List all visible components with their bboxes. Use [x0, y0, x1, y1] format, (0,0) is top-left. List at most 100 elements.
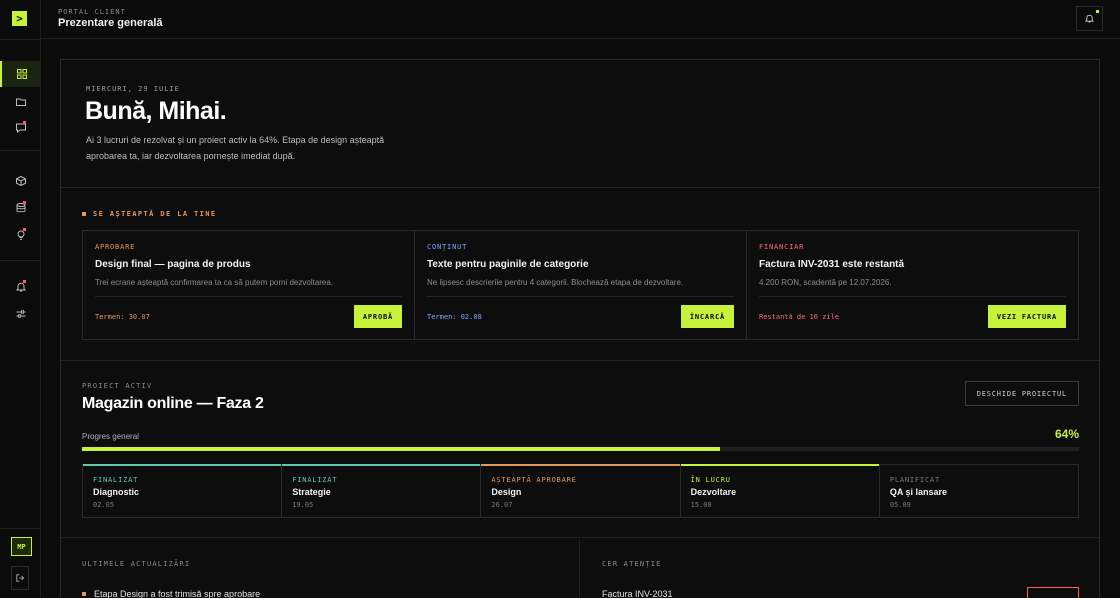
phase-item[interactable]: PLANIFICAT QA și lansare 05.09: [880, 465, 1078, 517]
section-label: SE AȘTEAPTĂ DE LA TINE: [82, 210, 217, 218]
notification-dot: [23, 228, 26, 231]
card-description: Ne lipsesc descrierile pentru 4 categori…: [427, 278, 684, 287]
phase-date: 26.07: [491, 501, 513, 509]
activity-section: ULTIMELE ACTUALIZĂRI Etapa Design a fost…: [61, 539, 1099, 598]
progress-bar: [82, 447, 1079, 451]
notifications-button[interactable]: [1076, 6, 1103, 31]
phase-date: 02.05: [93, 501, 115, 509]
approve-button[interactable]: APROBĂ: [353, 305, 402, 328]
card-title: Design final — pagina de produs: [95, 259, 251, 270]
card-tag: CONȚINUT: [427, 243, 468, 251]
sidebar-divider: [0, 528, 41, 529]
phase-status: ÎN LUCRU: [690, 476, 731, 484]
pending-tasks-section: SE AȘTEAPTĂ DE LA TINE APROBARE Design f…: [61, 189, 1099, 361]
top-header: PORTAL CLIENT Prezentare generală: [41, 0, 1120, 39]
project-title: Magazin online — Faza 2: [82, 395, 264, 412]
update-text: Etapa Design a fost trimisă spre aprobar…: [94, 589, 261, 598]
progress-fill: [82, 447, 721, 451]
attention-item[interactable]: Factura INV-2031: [602, 589, 673, 598]
notification-dot: [23, 280, 26, 283]
phase-item[interactable]: ÎN LUCRU Dezvoltare 15.08: [680, 464, 880, 517]
sidebar-item-settings[interactable]: [0, 301, 41, 327]
progress-value: 64%: [1054, 427, 1079, 441]
sidebar-item-projects[interactable]: [0, 89, 41, 115]
phase-date: 05.09: [889, 501, 911, 509]
sidebar-item-notifications[interactable]: [0, 274, 41, 300]
recent-updates: ULTIMELE ACTUALIZĂRI Etapa Design a fost…: [61, 539, 580, 598]
phase-item[interactable]: FINALIZAT Strategie 19.05: [282, 464, 482, 517]
phase-date: 19.05: [292, 501, 314, 509]
task-card-approval: APROBARE Design final — pagina de produs…: [83, 231, 415, 339]
phase-name: QA și lansare: [889, 487, 948, 497]
bell-icon: [15, 282, 26, 292]
sliders-icon: [16, 310, 25, 318]
logout-icon: [16, 574, 24, 582]
card-title: Factura INV-2031 este restantă: [759, 259, 905, 270]
card-deadline: Termen: 02.08: [427, 313, 482, 321]
sidebar-divider: [0, 150, 41, 151]
card-overdue: Restantă de 16 zile: [759, 313, 840, 321]
needs-attention: CER ATENȚIE Factura INV-2031: [581, 539, 1099, 598]
card-description: Trei ecrane așteaptă confirmarea ta ca s…: [95, 278, 334, 287]
phase-item[interactable]: FINALIZAT Diagnostic 02.05: [83, 464, 283, 517]
sidebar-item-billing[interactable]: [0, 195, 41, 221]
update-item[interactable]: Etapa Design a fost trimisă spre aprobar…: [82, 589, 260, 598]
card-tag: FINANCIAR: [759, 243, 805, 251]
cube-icon: [15, 176, 26, 186]
attention-text: Factura INV-2031: [602, 589, 673, 598]
square-icon: [82, 212, 86, 216]
card-title: Texte pentru paginile de categorie: [427, 259, 589, 270]
card-description: 4.200 RON, scadentă pe 12.07.2026.: [759, 278, 892, 287]
attention-action-button[interactable]: [1027, 587, 1079, 598]
sidebar-item-ideas[interactable]: [0, 222, 41, 248]
notification-dot: [23, 121, 26, 124]
section-label: PROIECT ACTIV: [82, 382, 153, 390]
grid-icon: [16, 69, 27, 79]
phase-item[interactable]: AȘTEAPTĂ APROBARE Design 26.07: [481, 464, 681, 517]
task-cards: APROBARE Design final — pagina de produs…: [82, 230, 1079, 340]
active-project-section: PROIECT ACTIV Magazin online — Faza 2 DE…: [61, 362, 1099, 538]
folder-icon: [15, 98, 26, 106]
page-title: Prezentare generală: [58, 17, 163, 29]
phase-status: FINALIZAT: [292, 476, 338, 484]
phase-status-bar: [481, 464, 680, 466]
logout-button[interactable]: [11, 566, 29, 590]
current-date: MIERCURI, 29 IULIE: [86, 85, 180, 93]
upload-button[interactable]: ÎNCARCĂ: [680, 305, 734, 328]
greeting: Bună, Mihai.: [85, 97, 227, 125]
logo-icon[interactable]: >: [12, 11, 27, 26]
phase-status: AȘTEAPTĂ APROBARE: [491, 476, 577, 484]
phase-status-bar: [282, 464, 481, 466]
avatar[interactable]: MP: [11, 537, 32, 556]
overview-panel: MIERCURI, 29 IULIE Bună, Mihai. Ai 3 luc…: [60, 59, 1100, 598]
database-icon: [16, 203, 25, 213]
phase-name: Strategie: [292, 487, 331, 497]
progress-label: Progres general: [82, 432, 139, 441]
sidebar-item-overview[interactable]: [0, 61, 41, 87]
card-divider: [427, 296, 734, 297]
phase-status-bar: [880, 464, 1078, 466]
welcome-section: MIERCURI, 29 IULIE Bună, Mihai. Ai 3 luc…: [61, 60, 1099, 188]
section-label: ULTIMELE ACTUALIZĂRI: [82, 560, 191, 568]
phase-status: FINALIZAT: [93, 476, 139, 484]
phase-timeline: FINALIZAT Diagnostic 02.05 FINALIZAT Str…: [82, 464, 1079, 518]
card-divider: [759, 296, 1066, 297]
sidebar: > MP: [0, 0, 41, 598]
square-icon: [82, 592, 86, 596]
summary-text: Ai 3 lucruri de rezolvat și un proiect a…: [86, 135, 385, 161]
sidebar-divider: [0, 39, 41, 40]
card-divider: [95, 296, 402, 297]
task-card-financial: FINANCIAR Factura INV-2031 este restantă…: [747, 231, 1078, 339]
sidebar-item-deliverables[interactable]: [0, 168, 41, 194]
phase-name: Diagnostic: [93, 487, 140, 497]
task-card-content: CONȚINUT Texte pentru paginile de catego…: [415, 231, 747, 339]
bulb-icon: [17, 230, 24, 240]
view-invoice-button[interactable]: VEZI FACTURA: [987, 305, 1066, 328]
section-label: CER ATENȚIE: [602, 560, 662, 568]
phase-name: Design: [491, 487, 522, 497]
sidebar-divider: [0, 260, 41, 261]
sidebar-item-messages[interactable]: [0, 115, 41, 141]
breadcrumb: PORTAL CLIENT: [58, 8, 126, 16]
card-deadline: Termen: 30.07: [95, 313, 150, 321]
open-project-button[interactable]: DESCHIDE PROIECTUL: [964, 381, 1079, 406]
